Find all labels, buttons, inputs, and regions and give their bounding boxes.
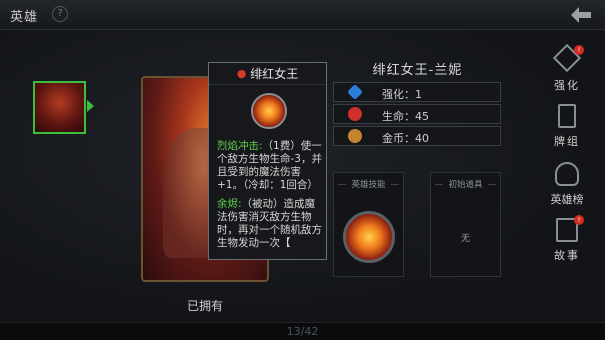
hero-portrait-red-queen[interactable] bbox=[33, 81, 86, 134]
page-title: 英雄 bbox=[10, 10, 39, 25]
side-menu-story[interactable]: ! 故事 bbox=[547, 215, 587, 263]
selection-arrow-icon bbox=[87, 100, 94, 112]
tooltip-header: ● 绯红女王 bbox=[209, 63, 326, 85]
side-menu-label: 故事 bbox=[554, 249, 580, 262]
gold-coin-icon bbox=[348, 129, 362, 143]
stat-life: 生命：45 bbox=[333, 104, 501, 124]
side-menu-leaderboard[interactable]: 英雄榜 bbox=[547, 160, 587, 207]
hero-skill-icon[interactable] bbox=[343, 211, 395, 263]
stat-label: 强化： bbox=[382, 88, 415, 101]
stat-enhance: 强化：1 bbox=[333, 82, 501, 102]
deck-icon bbox=[558, 104, 576, 128]
stat-value: 45 bbox=[415, 110, 429, 123]
back-arrow-icon[interactable] bbox=[569, 4, 595, 26]
tooltip-body: 烈焰冲击:（1费）使一个敌方生物生命-3，并且受到的魔法伤害+1。（冷却：1回合… bbox=[217, 140, 325, 250]
starting-item-panel: 初始道具 无 bbox=[430, 172, 501, 277]
bottom-bar: 13/42 bbox=[0, 322, 605, 340]
stat-label: 金币： bbox=[382, 132, 415, 145]
skill-tooltip: ● 绯红女王 烈焰冲击:（1费）使一个敌方生物生命-3，并且受到的魔法伤害+1。… bbox=[208, 62, 327, 260]
side-menu-deck[interactable]: 牌组 bbox=[547, 102, 587, 149]
trophy-icon bbox=[555, 162, 579, 186]
hero-skill-panel: 英雄技能 bbox=[333, 172, 404, 277]
starting-item-value: 无 bbox=[460, 234, 470, 244]
stat-label: 生命： bbox=[382, 110, 415, 123]
stat-value: 1 bbox=[415, 88, 422, 101]
tooltip-title: 绯红女王 bbox=[250, 67, 299, 81]
notification-badge: ! bbox=[574, 45, 584, 55]
enhance-gem-icon bbox=[347, 84, 363, 100]
page-counter: 13/42 bbox=[286, 325, 319, 338]
ability2-name: 余烬: bbox=[217, 198, 242, 210]
question-icon[interactable]: ? bbox=[52, 6, 68, 22]
stat-gold: 金币：40 bbox=[333, 126, 501, 146]
hero-skill-title: 英雄技能 bbox=[351, 180, 386, 190]
owned-status: 已拥有 bbox=[186, 299, 223, 313]
heart-icon bbox=[348, 107, 362, 121]
top-bar: 英雄 ? bbox=[0, 0, 605, 30]
notification-badge: ! bbox=[574, 215, 584, 225]
side-menu-label: 牌组 bbox=[554, 135, 580, 148]
ability1-name: 烈焰冲击: bbox=[217, 140, 263, 152]
side-menu-label: 英雄榜 bbox=[550, 193, 584, 206]
stat-value: 40 bbox=[415, 132, 429, 145]
starting-item-title: 初始道具 bbox=[448, 180, 483, 190]
blood-drop-icon: ● bbox=[236, 67, 247, 80]
fire-orb-icon bbox=[251, 93, 287, 129]
side-menu-label: 强化 bbox=[554, 79, 580, 92]
side-menu-enhance[interactable]: ! 强化 bbox=[547, 43, 587, 93]
hero-name: 绯红女王-兰妮 bbox=[372, 63, 463, 78]
